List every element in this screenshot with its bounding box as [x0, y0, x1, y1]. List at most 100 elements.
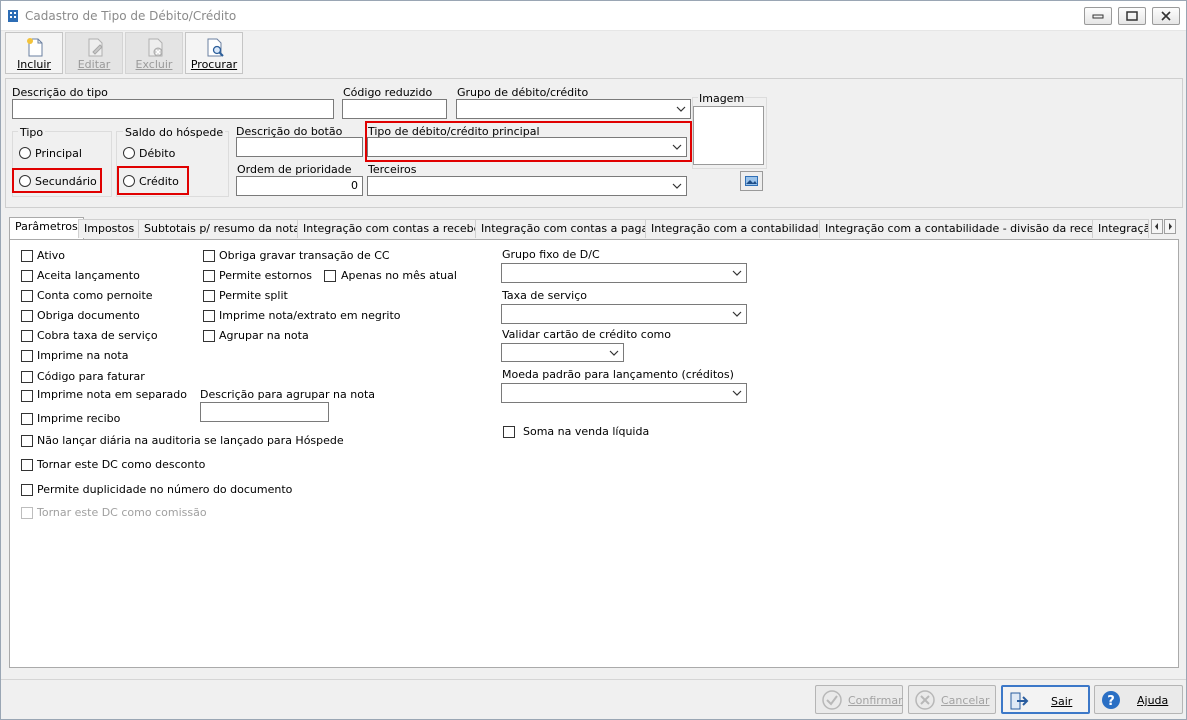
excluir-label: Excluir [135, 58, 173, 71]
conta-pernoite-checkbox[interactable] [21, 290, 33, 302]
highlight-secundario [12, 168, 102, 193]
descricao-botao-input[interactable] [236, 137, 363, 157]
title-bar: Cadastro de Tipo de Débito/Crédito [1, 1, 1186, 31]
new-document-icon [27, 38, 43, 57]
grupo-select[interactable] [456, 99, 691, 119]
dc-desconto-checkbox[interactable] [21, 459, 33, 471]
imprime-separado-checkbox[interactable] [21, 390, 33, 402]
imagem-preview[interactable] [693, 106, 764, 165]
highlight-tipo-principal [365, 121, 692, 162]
aceita-lancamento-label: Aceita lançamento [37, 269, 140, 282]
confirmar-label: Confirmar [848, 694, 903, 707]
cobra-taxa-checkbox[interactable] [21, 330, 33, 342]
taxa-servico-label: Taxa de serviço [502, 289, 587, 302]
chevron-right-icon [1169, 223, 1172, 230]
dc-comissao-label: Tornar este DC como comissão [37, 506, 207, 519]
imprime-separado-label: Imprime nota em separado [37, 388, 187, 401]
tab-scroll-right-button[interactable] [1164, 219, 1176, 234]
chevron-down-icon [672, 183, 682, 189]
cancelar-label: Cancelar [941, 694, 990, 707]
incluir-label: Incluir [17, 58, 51, 71]
confirmar-button[interactable]: Confirmar [815, 685, 903, 714]
moeda-label: Moeda padrão para lançamento (créditos) [502, 368, 734, 381]
agrupar-desc-input[interactable] [200, 402, 329, 422]
nao-lancar-diaria-checkbox[interactable] [21, 435, 33, 447]
permite-estornos-checkbox[interactable] [203, 270, 215, 282]
tab-parametros[interactable]: Parâmetros [9, 217, 84, 239]
imagem-load-button[interactable] [740, 171, 763, 191]
dc-comissao-checkbox[interactable] [21, 507, 33, 519]
duplicidade-label: Permite duplicidade no número do documen… [37, 483, 293, 496]
imprime-nota-checkbox[interactable] [21, 350, 33, 362]
close-window-button[interactable] [1152, 7, 1180, 25]
agrupar-nota-label: Agrupar na nota [219, 329, 309, 342]
soma-venda-checkbox[interactable] [503, 426, 515, 438]
close-icon [1161, 11, 1171, 21]
image-icon [745, 176, 758, 186]
minimize-button[interactable] [1084, 7, 1112, 25]
exit-door-icon [1010, 692, 1029, 710]
aceita-lancamento-checkbox[interactable] [21, 270, 33, 282]
procurar-button[interactable]: Procurar [185, 32, 243, 74]
ajuda-button[interactable]: ? Ajuda [1094, 685, 1183, 714]
chevron-down-icon [609, 350, 619, 356]
tab-impostos[interactable]: Impostos [78, 219, 141, 238]
tipo-label: Tipo [18, 126, 46, 139]
incluir-button[interactable]: Incluir [5, 32, 63, 74]
search-document-icon [207, 38, 224, 57]
procurar-label: Procurar [190, 58, 238, 71]
ativo-checkbox[interactable] [21, 250, 33, 262]
ordem-label: Ordem de prioridade [237, 163, 352, 176]
obriga-documento-label: Obriga documento [37, 309, 140, 322]
tab-contabilidade-divisao[interactable]: Integração com a contabilidade - divisão… [819, 219, 1114, 238]
conta-pernoite-label: Conta como pernoite [37, 289, 153, 302]
soma-venda-label: Soma na venda líquida [523, 425, 650, 438]
codigo-reduzido-input[interactable] [342, 99, 447, 119]
footer-separator [1, 679, 1186, 680]
duplicidade-checkbox[interactable] [21, 484, 33, 496]
imagem-label: Imagem [698, 92, 746, 105]
imprime-recibo-checkbox[interactable] [21, 413, 33, 425]
taxa-servico-select[interactable] [501, 304, 747, 324]
codigo-faturar-checkbox[interactable] [21, 371, 33, 383]
obriga-cc-checkbox[interactable] [203, 250, 215, 262]
descricao-tipo-input[interactable] [12, 99, 334, 119]
permite-estornos-label: Permite estornos [219, 269, 312, 282]
parametros-panel: Ativo Aceita lançamento Conta como perno… [9, 239, 1179, 668]
tab-subtotais[interactable]: Subtotais p/ resumo da nota [138, 219, 307, 238]
chevron-down-icon [732, 270, 742, 276]
tab-scroll-left-button[interactable] [1151, 219, 1163, 234]
tab-contabilidade[interactable]: Integração com a contabilidade [645, 219, 832, 238]
chevron-down-icon [676, 106, 686, 112]
main-window: Cadastro de Tipo de Débito/Crédito Inclu… [0, 0, 1187, 720]
tipo-principal-radio[interactable] [19, 147, 31, 159]
tab-contas-pagar[interactable]: Integração com contas a pagar [475, 219, 659, 238]
editar-button[interactable]: Editar [65, 32, 123, 74]
imprime-negrito-checkbox[interactable] [203, 310, 215, 322]
apenas-mes-atual-checkbox[interactable] [324, 270, 336, 282]
maximize-button[interactable] [1118, 7, 1146, 25]
chevron-down-icon [732, 311, 742, 317]
delete-document-icon [148, 38, 163, 57]
moeda-select[interactable] [501, 383, 747, 403]
tab-integracao-more[interactable]: Integraçã [1092, 219, 1149, 238]
ordem-input[interactable]: 0 [236, 176, 363, 196]
saldo-debito-radio[interactable] [123, 147, 135, 159]
sair-button[interactable]: Sair [1001, 685, 1090, 714]
permite-split-checkbox[interactable] [203, 290, 215, 302]
cancelar-button[interactable]: Cancelar [908, 685, 996, 714]
codigo-faturar-label: Código para faturar [37, 370, 145, 383]
terceiros-label: Terceiros [368, 163, 417, 176]
grupo-fixo-select[interactable] [501, 263, 747, 283]
tab-contas-receber[interactable]: Integração com contas a receber [297, 219, 491, 238]
chevron-left-icon [1155, 223, 1158, 230]
agrupar-nota-checkbox[interactable] [203, 330, 215, 342]
svg-text:?: ? [1107, 694, 1115, 709]
terceiros-select[interactable] [367, 176, 687, 196]
excluir-button[interactable]: Excluir [125, 32, 183, 74]
imprime-negrito-label: Imprime nota/extrato em negrito [219, 309, 401, 322]
validar-cartao-label: Validar cartão de crédito como [502, 328, 672, 341]
validar-cartao-select[interactable] [501, 343, 624, 362]
obriga-documento-checkbox[interactable] [21, 310, 33, 322]
help-icon: ? [1102, 691, 1120, 709]
